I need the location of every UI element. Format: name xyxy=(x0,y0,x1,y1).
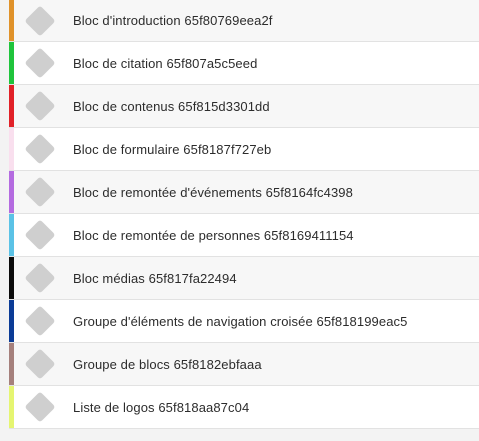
color-indicator xyxy=(9,85,14,127)
list-item-label: Bloc de remontée de personnes 65f8169411… xyxy=(73,227,354,243)
list-item[interactable]: Bloc d'introduction 65f80769eea2f xyxy=(9,0,479,42)
list-item[interactable]: Groupe d'éléments de navigation croisée … xyxy=(9,300,479,343)
diamond-icon xyxy=(24,90,56,122)
list-item-label: Groupe d'éléments de navigation croisée … xyxy=(73,313,408,329)
list-item[interactable]: Bloc de formulaire 65f8187f727eb xyxy=(9,128,479,171)
diamond-icon xyxy=(24,133,56,165)
diamond-icon xyxy=(24,176,56,208)
list-item-label: Bloc de contenus 65f815d3301dd xyxy=(73,98,270,114)
color-indicator xyxy=(9,300,14,342)
color-indicator xyxy=(9,343,14,385)
color-indicator xyxy=(9,386,14,428)
list-item-label: Bloc d'introduction 65f80769eea2f xyxy=(73,13,273,28)
list-item[interactable]: Bloc de remontée de personnes 65f8169411… xyxy=(9,214,479,257)
diamond-icon xyxy=(24,4,56,37)
list-item-label: Bloc médias 65f817fa22494 xyxy=(73,270,237,286)
list-item[interactable]: Bloc de remontée d'événements 65f8164fc4… xyxy=(9,171,479,214)
color-indicator xyxy=(9,171,14,213)
diamond-icon xyxy=(24,262,56,294)
list-item[interactable]: Bloc médias 65f817fa22494 xyxy=(9,257,479,300)
block-type-list: Bloc d'introduction 65f80769eea2f Bloc d… xyxy=(0,0,479,441)
list-item[interactable]: Groupe de blocs 65f8182ebfaaa xyxy=(9,343,479,386)
list-item[interactable]: Bloc de citation 65f807a5c5eed xyxy=(9,42,479,85)
diamond-icon xyxy=(24,47,56,79)
list-item-label: Bloc de formulaire 65f8187f727eb xyxy=(73,141,272,157)
color-indicator xyxy=(9,257,14,299)
list-footer-space xyxy=(9,429,479,441)
list-item-label: Liste de logos 65f818aa87c04 xyxy=(73,399,250,415)
list-item[interactable]: Liste de logos 65f818aa87c04 xyxy=(9,386,479,429)
list-item-label: Groupe de blocs 65f8182ebfaaa xyxy=(73,356,262,372)
diamond-icon xyxy=(24,391,56,423)
color-indicator xyxy=(9,128,14,170)
diamond-icon xyxy=(24,305,56,337)
diamond-icon xyxy=(24,219,56,251)
color-indicator xyxy=(9,214,14,256)
color-indicator xyxy=(9,42,14,84)
list-item-label: Bloc de remontée d'événements 65f8164fc4… xyxy=(73,184,353,200)
list-item-label: Bloc de citation 65f807a5c5eed xyxy=(73,55,258,71)
color-indicator xyxy=(9,0,14,41)
diamond-icon xyxy=(24,348,56,380)
list-item[interactable]: Bloc de contenus 65f815d3301dd xyxy=(9,85,479,128)
